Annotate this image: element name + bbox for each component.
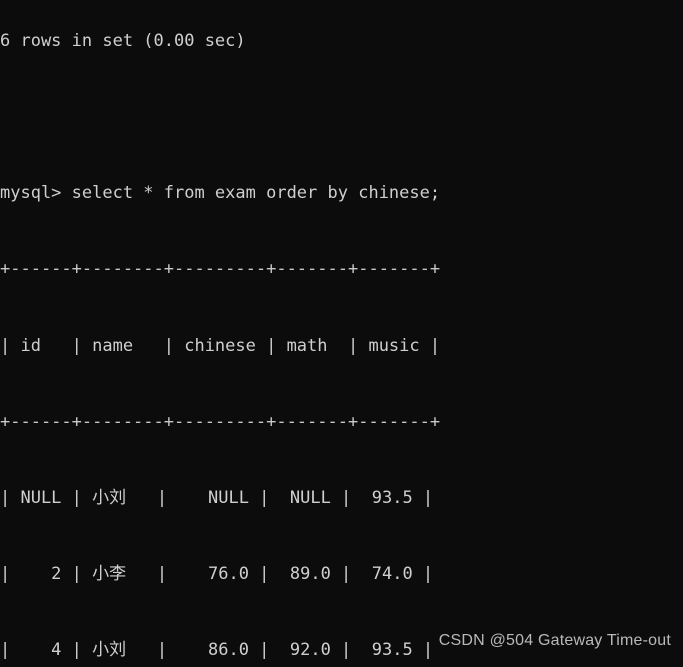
terminal-output[interactable]: 6 rows in set (0.00 sec) mysql> select *… (0, 0, 683, 667)
table-row: | 2 | 小李 | 76.0 | 89.0 | 74.0 | (0, 564, 434, 585)
terminal-scroll-region: 6 rows in set (0.00 sec) mysql> select *… (0, 0, 683, 667)
table-rule-top: +------+--------+---------+-------+-----… (0, 259, 441, 280)
terminal-prompt-line: mysql> select * from exam order by chine… (0, 183, 441, 204)
csdn-watermark: CSDN @504 Gateway Time-out (438, 632, 671, 649)
table-rule-header: +------+--------+---------+-------+-----… (0, 411, 441, 432)
terminal-line: 6 rows in set (0.00 sec) (0, 30, 246, 51)
table-row: | NULL | 小刘 | NULL | NULL | 93.5 | (0, 488, 434, 509)
table-header-row: | id | name | chinese | math | music | (0, 335, 441, 356)
